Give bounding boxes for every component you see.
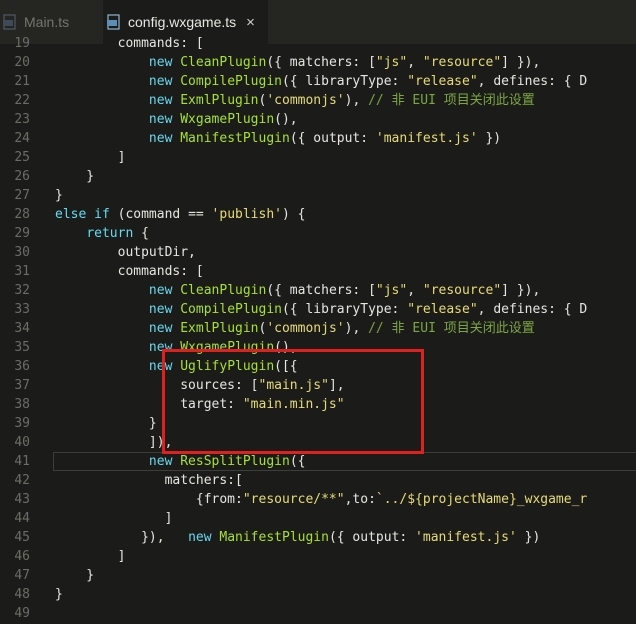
code-text: commands: [	[55, 36, 204, 51]
code-text: }	[55, 169, 95, 184]
code-line: 35 new WxgamePlugin(),	[0, 338, 636, 357]
code-text: sources: ["main.js"],	[55, 378, 345, 393]
code-text: else if (command == 'publish') {	[55, 207, 306, 222]
line-number: 33	[14, 302, 30, 317]
code-line: 20 new CleanPlugin({ matchers: ["js", "r…	[0, 53, 636, 72]
code-line: 44 ]	[0, 509, 636, 528]
code-line: 28 else if (command == 'publish') {	[0, 205, 636, 224]
code-line: 26 }	[0, 167, 636, 186]
code-line: 46 ]	[0, 547, 636, 566]
line-number: 30	[14, 245, 30, 260]
code-line: 42 matchers:[	[0, 471, 636, 490]
code-line: 38 target: "main.min.js"	[0, 395, 636, 414]
code-line: 29 return {	[0, 224, 636, 243]
line-number: 27	[14, 188, 30, 203]
code-area[interactable]: 19 commands: [ 20 new CleanPlugin({ matc…	[0, 34, 636, 623]
code-text: matchers:[	[55, 473, 243, 488]
line-number: 21	[14, 74, 30, 89]
code-text: new WxgamePlugin(),	[148, 112, 298, 127]
code-text: new ExmlPlugin('commonjs'), // 非 EUI 项目关…	[148, 93, 535, 108]
line-number: 40	[14, 435, 30, 450]
code-line: 27}	[0, 186, 636, 205]
line-number: 26	[14, 169, 30, 184]
code-text: target: "main.min.js"	[55, 397, 345, 412]
code-line: 36 new UglifyPlugin([{	[0, 357, 636, 376]
code-text: }	[55, 416, 157, 431]
code-text: new CleanPlugin({ matchers: ["js", "reso…	[148, 283, 541, 298]
code-text: ]	[55, 511, 173, 526]
line-number: 32	[14, 283, 30, 298]
line-number: 49	[14, 606, 30, 621]
line-number: 29	[14, 226, 30, 241]
code-line: 39 }	[0, 414, 636, 433]
code-line: 31 commands: [	[0, 262, 636, 281]
code-line: 25 ]	[0, 148, 636, 167]
code-line: 19 commands: [	[0, 34, 636, 53]
current-code-line: 41 new ResSplitPlugin({	[0, 452, 636, 471]
code-line: 33 new CompilePlugin({ libraryType: "rel…	[0, 300, 636, 319]
code-text: ]	[55, 549, 126, 564]
line-number: 35	[14, 340, 30, 355]
code-line: 21 new CompilePlugin({ libraryType: "rel…	[0, 72, 636, 91]
code-text: return {	[86, 226, 149, 241]
line-number: 37	[14, 378, 30, 393]
code-text: }	[55, 188, 63, 203]
line-number: 22	[14, 93, 30, 108]
line-number: 31	[14, 264, 30, 279]
code-text: new WxgamePlugin(),	[148, 340, 298, 355]
code-text: ]	[55, 150, 126, 165]
code-text: ]),	[55, 435, 173, 450]
code-text: }	[55, 568, 95, 583]
line-number: 41	[14, 454, 30, 469]
code-text: new CleanPlugin({ matchers: ["js", "reso…	[148, 55, 541, 70]
code-line: 34 new ExmlPlugin('commonjs'), // 非 EUI …	[0, 319, 636, 338]
code-text: new ManifestPlugin({ output: 'manifest.j…	[148, 131, 502, 146]
code-line: 24 new ManifestPlugin({ output: 'manifes…	[0, 129, 636, 148]
code-line: 40 ]),	[0, 433, 636, 452]
line-number: 34	[14, 321, 30, 336]
tab-label: Main.ts	[24, 14, 70, 30]
code-text: new UglifyPlugin([{	[148, 359, 298, 374]
line-number: 24	[14, 131, 30, 146]
line-number: 39	[14, 416, 30, 431]
line-number: 42	[14, 473, 30, 488]
line-number: 20	[14, 55, 30, 70]
code-line: 47 }	[0, 566, 636, 585]
code-line: 45 }), new ManifestPlugin({ output: 'man…	[0, 528, 636, 547]
line-number: 47	[14, 568, 30, 583]
code-text: outputDir,	[55, 245, 196, 260]
typescript-file-icon	[2, 14, 18, 30]
code-text: new ResSplitPlugin({	[148, 454, 306, 469]
typescript-file-icon	[106, 14, 122, 30]
line-number: 28	[14, 207, 30, 222]
line-number: 23	[14, 112, 30, 127]
code-editor: Main.ts config.wxgame.ts × 19 commands: …	[0, 0, 636, 624]
code-text: new CompilePlugin({ libraryType: "releas…	[148, 302, 588, 317]
line-number: 38	[14, 397, 30, 412]
line-number: 19	[14, 36, 30, 51]
line-number: 44	[14, 511, 30, 526]
code-line: 32 new CleanPlugin({ matchers: ["js", "r…	[0, 281, 636, 300]
code-line: 22 new ExmlPlugin('commonjs'), // 非 EUI …	[0, 91, 636, 110]
code-text: commands: [	[55, 264, 204, 279]
code-text: new CompilePlugin({ libraryType: "releas…	[148, 74, 588, 89]
code-line: 43 {from:"resource/**",to:`../${projectN…	[0, 490, 636, 509]
code-line: 23 new WxgamePlugin(),	[0, 110, 636, 129]
code-text: new ExmlPlugin('commonjs'), // 非 EUI 项目关…	[148, 321, 535, 336]
code-line: 48}	[0, 585, 636, 604]
line-number: 43	[14, 492, 30, 507]
line-number: 36	[14, 359, 30, 374]
close-icon[interactable]: ×	[246, 15, 255, 30]
line-number: 48	[14, 587, 30, 602]
line-number: 25	[14, 150, 30, 165]
code-line: 37 sources: ["main.js"],	[0, 376, 636, 395]
code-text: }	[55, 587, 63, 602]
code-line: 49	[0, 604, 636, 623]
code-line: 30 outputDir,	[0, 243, 636, 262]
line-number: 46	[14, 549, 30, 564]
code-text: }), new ManifestPlugin({ output: 'manife…	[55, 530, 541, 545]
code-text: {from:"resource/**",to:`../${projectName…	[55, 492, 588, 507]
tab-label: config.wxgame.ts	[128, 14, 237, 30]
line-number: 45	[14, 530, 30, 545]
